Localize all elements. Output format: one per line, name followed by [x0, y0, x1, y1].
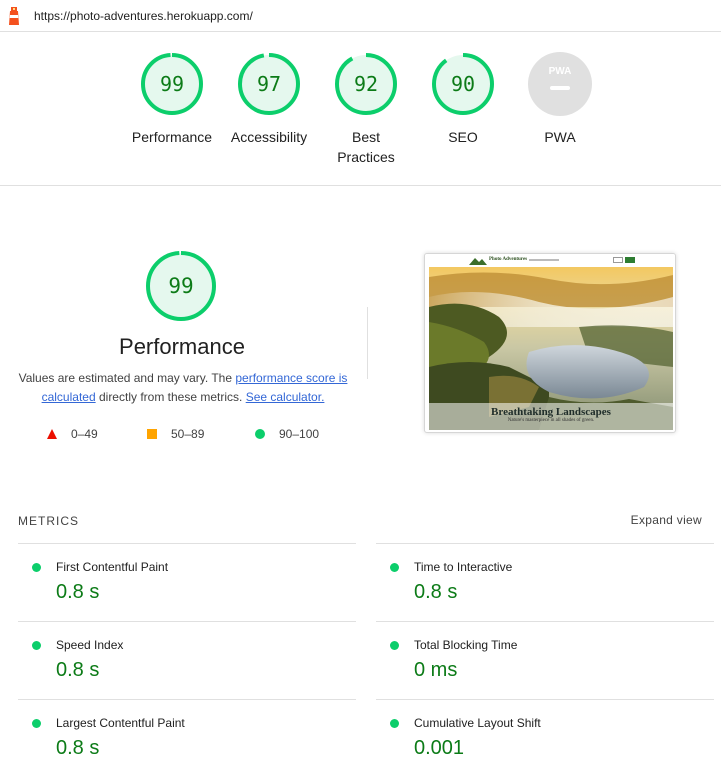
circle-icon [255, 429, 265, 439]
gauge-label: Performance [131, 129, 213, 145]
metric-value: 0.8 s [56, 581, 100, 603]
url-bar: https://photo-adventures.herokuapp.com/ [0, 0, 721, 32]
thumbnail-nav-button [613, 257, 623, 263]
metric-first-contentful-paint: First Contentful Paint 0.8 s [18, 543, 356, 621]
triangle-icon [47, 429, 57, 439]
gauge-label: Best Practices [337, 129, 395, 165]
final-screenshot[interactable]: Photo Adventures Breathtaking Landscapes… [424, 253, 676, 433]
vertical-divider [367, 307, 368, 379]
gauge-ring-icon: 90 [432, 53, 494, 115]
metric-value: 0 ms [414, 659, 458, 681]
metric-name: Total Blocking Time [414, 638, 518, 652]
legend-pass: 90–100 [255, 427, 319, 441]
metric-value: 0.8 s [56, 659, 100, 681]
thumbnail-caption: Breathtaking Landscapes Nature's masterp… [429, 403, 673, 430]
metric-name: First Contentful Paint [56, 560, 169, 574]
thumbnail-nav-links [529, 259, 559, 261]
metric-value: 0.8 s [56, 737, 100, 759]
metric-total-blocking-time: Total Blocking Time 0 ms [376, 621, 714, 699]
pass-dot-icon [390, 641, 399, 650]
legend-average: 50–89 [147, 427, 204, 441]
pass-dot-icon [390, 563, 399, 572]
mountain-logo-icon [469, 258, 487, 265]
metric-cumulative-layout-shift: Cumulative Layout Shift 0.001 [376, 699, 714, 776]
thumbnail-subheading: Nature's masterpiece in all shades of gr… [507, 418, 595, 423]
gauge-best-practices[interactable]: 92 Best Practices [316, 51, 416, 167]
metric-value: 0.001 [414, 737, 465, 759]
gauge-ring-icon: 92 [335, 53, 397, 115]
gauge-label: Accessibility [230, 129, 308, 145]
gauge-pwa[interactable]: PWA PWA [510, 51, 610, 147]
metric-name: Cumulative Layout Shift [414, 716, 541, 730]
metric-name: Time to Interactive [414, 560, 513, 574]
gauge-label: PWA [544, 129, 576, 145]
square-icon [147, 429, 157, 439]
lighthouse-icon [9, 7, 19, 25]
legend-fail: 0–49 [47, 427, 98, 441]
gauge-accessibility[interactable]: 97 Accessibility [219, 51, 319, 147]
thumbnail-navbar: Photo Adventures [425, 254, 675, 267]
gauge-score: 99 [160, 72, 184, 96]
expand-view-toggle[interactable]: Expand view [631, 513, 702, 527]
gauge-ring-icon: 97 [238, 53, 300, 115]
metric-time-to-interactive: Time to Interactive 0.8 s [376, 543, 714, 621]
metric-largest-contentful-paint: Largest Contentful Paint 0.8 s [18, 699, 356, 776]
gauge-label: SEO [448, 129, 478, 145]
pass-dot-icon [32, 641, 41, 650]
thumbnail-heading: Breathtaking Landscapes [491, 406, 611, 418]
gauge-score: 97 [257, 72, 281, 96]
pass-dot-icon [32, 719, 41, 728]
gauge-score: 90 [451, 72, 475, 96]
performance-description: Values are estimated and may vary. The p… [18, 371, 348, 404]
pwa-badge-text: PWA [549, 66, 572, 77]
metric-speed-index: Speed Index 0.8 s [18, 621, 356, 699]
gauge-seo[interactable]: 90 SEO [413, 51, 513, 147]
gauge-score: 92 [354, 72, 378, 96]
pass-dot-icon [390, 719, 399, 728]
gauge-performance[interactable]: 99 Performance [122, 51, 222, 147]
metric-value: 0.8 s [414, 581, 458, 603]
pass-dot-icon [32, 563, 41, 572]
metric-name: Speed Index [56, 638, 124, 652]
gauge-ring-icon: 99 [141, 53, 203, 115]
page-url[interactable]: https://photo-adventures.herokuapp.com/ [34, 9, 253, 23]
metrics-header: METRICS [18, 514, 79, 528]
performance-score: 99 [168, 274, 193, 298]
see-calculator-link[interactable]: See calculator. [246, 390, 325, 404]
performance-gauge: 99 [146, 251, 216, 321]
thumbnail-nav-button-active [625, 257, 635, 263]
category-gauges: 99 Performance 97 Accessibility 92 Best … [0, 33, 721, 186]
performance-title: Performance [119, 334, 245, 359]
metric-name: Largest Contentful Paint [56, 716, 185, 730]
pwa-badge-icon: PWA [528, 52, 592, 116]
thumbnail-logo: Photo Adventures [489, 257, 528, 262]
